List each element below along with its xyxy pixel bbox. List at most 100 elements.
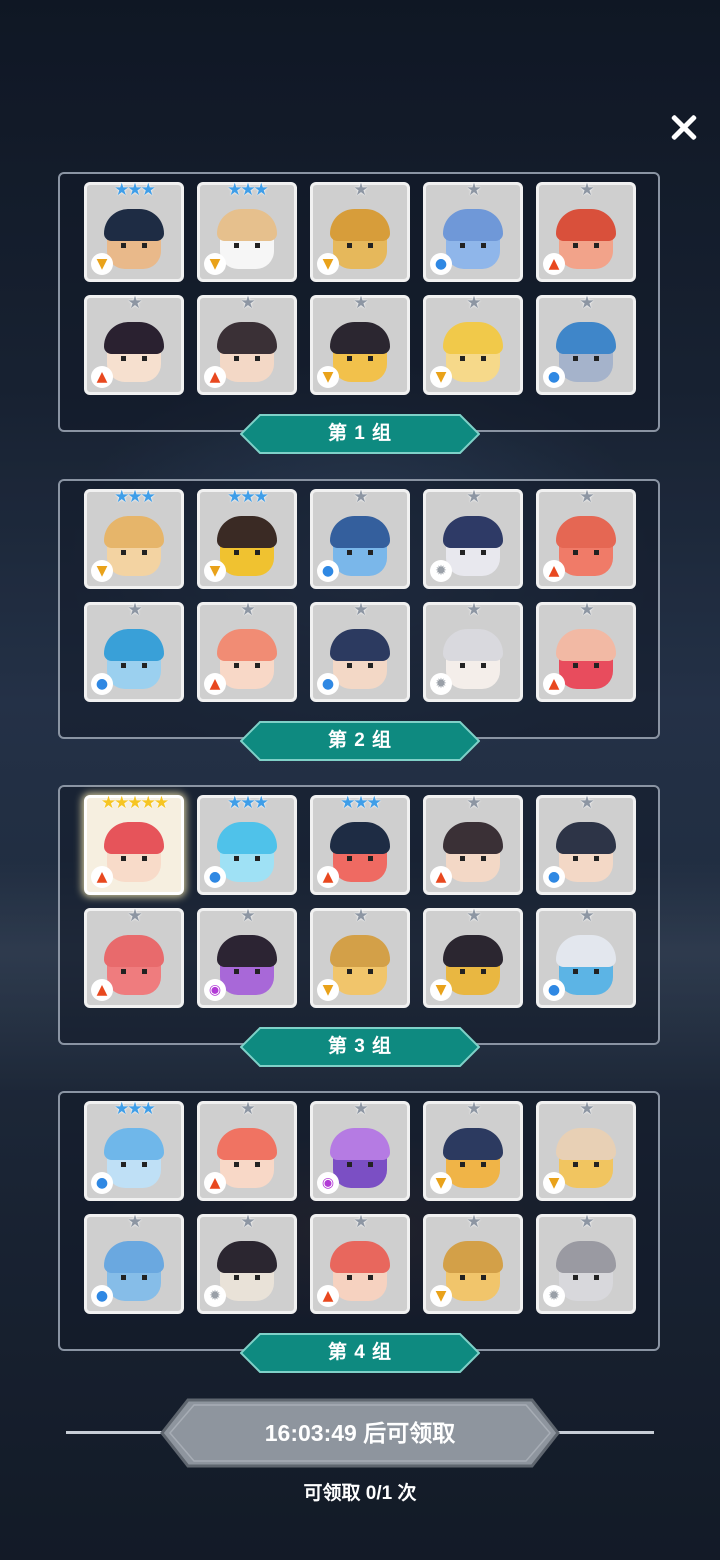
hero-card[interactable]: ★★★ ▼: [84, 182, 184, 282]
hero-hair: [556, 935, 616, 967]
star-rating: ★: [579, 180, 594, 200]
hero-card[interactable]: ★ ▲: [310, 1214, 410, 1314]
hero-card[interactable]: ★ ●: [536, 908, 636, 1008]
hero-card[interactable]: ★ ▲: [536, 182, 636, 282]
hero-hair: [556, 822, 616, 854]
star-rating: ★: [466, 1099, 481, 1119]
hero-card[interactable]: ★ ▼: [310, 908, 410, 1008]
hero-card[interactable]: ★ ▲: [536, 602, 636, 702]
hero-card[interactable]: ★ ▼: [310, 182, 410, 282]
star-rating: ★: [579, 600, 594, 620]
hero-eyes: [573, 243, 599, 248]
hero-eyes: [347, 969, 373, 974]
hero-card[interactable]: ★ ●: [536, 295, 636, 395]
hero-card[interactable]: ★★★ ●: [84, 1101, 184, 1201]
hero-hair: [330, 1128, 390, 1160]
star-rating: ★: [127, 600, 142, 620]
hero-hair: [443, 1128, 503, 1160]
light-icon: ✹: [204, 1285, 226, 1307]
hero-card[interactable]: ★ ▼: [423, 1214, 523, 1314]
star-rating: ★★★: [227, 487, 269, 507]
hero-row: ★★★ ▼ ★★★ ▼ ★ ● ★ ✹ ★ ▲: [84, 489, 644, 589]
star-rating: ★: [579, 487, 594, 507]
hero-card[interactable]: ★ ▼: [423, 1101, 523, 1201]
hero-card[interactable]: ★ ▲: [197, 602, 297, 702]
star-rating: ★★★: [340, 793, 382, 813]
group-label: 第 3 组: [327, 1036, 393, 1057]
hero-eyes: [121, 969, 147, 974]
water-icon: ●: [430, 253, 452, 275]
hero-card[interactable]: ★ ◉: [310, 1101, 410, 1201]
hero-card[interactable]: ★ ▼: [536, 1101, 636, 1201]
star-rating: ★: [466, 487, 481, 507]
hero-grid: ★★★ ▼ ★★★ ▼ ★ ▼ ★ ● ★ ▲ ★ ▲ ★ ▲ ★ ▼ ★ ▼ ★ ●: [84, 182, 644, 408]
dark-icon: ◉: [317, 1172, 339, 1194]
hero-card[interactable]: ★ ▲: [423, 795, 523, 895]
hero-eyes: [573, 356, 599, 361]
hero-card[interactable]: ★ ●: [423, 182, 523, 282]
water-icon: ●: [91, 1285, 113, 1307]
hero-card[interactable]: ★ ●: [310, 489, 410, 589]
hero-card[interactable]: ★ ✹: [536, 1214, 636, 1314]
hero-card[interactable]: ★★★ ▼: [197, 182, 297, 282]
close-icon[interactable]: [664, 108, 704, 148]
star-rating: ★: [240, 906, 255, 926]
group-panel-2: ★★★ ▼ ★★★ ▼ ★ ● ★ ✹ ★ ▲ ★ ● ★ ▲ ★ ● ★ ✹ ★ ▲: [58, 479, 660, 739]
star-rating: ★: [579, 793, 594, 813]
hero-card[interactable]: ★ ●: [536, 795, 636, 895]
hero-hair: [104, 1241, 164, 1273]
star-rating: ★: [353, 293, 368, 313]
hero-card[interactable]: ★ ▲: [536, 489, 636, 589]
hero-card[interactable]: ★★★ ▼: [197, 489, 297, 589]
star-rating: ★: [353, 600, 368, 620]
hero-card[interactable]: ★ ▲: [197, 1101, 297, 1201]
wind-icon: ▼: [317, 253, 339, 275]
hero-grid: ★★★★★ ▲ ★★★ ● ★★★ ▲ ★ ▲ ★ ● ★ ▲ ★ ◉ ★ ▼ ★ ▼ ★ ●: [84, 795, 644, 1021]
claim-count: 可领取 0/1 次: [303, 1483, 417, 1504]
hero-card[interactable]: ★ ◉: [197, 908, 297, 1008]
hero-card[interactable]: ★ ●: [84, 1214, 184, 1314]
hero-hair: [443, 1241, 503, 1273]
star-rating: ★: [466, 180, 481, 200]
hero-eyes: [573, 1275, 599, 1280]
hero-eyes: [460, 243, 486, 248]
claim-timer-button[interactable]: 16:03:49 后可领取: [160, 1398, 560, 1468]
hero-card[interactable]: ★★★ ●: [197, 795, 297, 895]
star-rating: ★: [466, 1212, 481, 1232]
hero-card[interactable]: ★★★★★ ▲: [84, 795, 184, 895]
hero-hair: [104, 209, 164, 241]
star-rating: ★: [466, 906, 481, 926]
hero-card[interactable]: ★ ▲: [84, 295, 184, 395]
light-icon: ✹: [543, 1285, 565, 1307]
hero-card[interactable]: ★ ▼: [423, 295, 523, 395]
hero-hair: [556, 516, 616, 548]
wind-icon: ▼: [430, 366, 452, 388]
star-rating: ★: [353, 180, 368, 200]
hero-card[interactable]: ★ ✹: [423, 489, 523, 589]
hero-card[interactable]: ★ ▲: [84, 908, 184, 1008]
hero-card[interactable]: ★★★ ▼: [84, 489, 184, 589]
hero-eyes: [234, 856, 260, 861]
hero-card[interactable]: ★ ●: [84, 602, 184, 702]
hero-card[interactable]: ★ ▲: [197, 295, 297, 395]
wind-icon: ▼: [91, 560, 113, 582]
star-rating: ★: [353, 1099, 368, 1119]
hero-eyes: [234, 1275, 260, 1280]
hero-hair: [443, 322, 503, 354]
hero-card[interactable]: ★ ▼: [310, 295, 410, 395]
hero-card[interactable]: ★ ✹: [423, 602, 523, 702]
hero-card[interactable]: ★ ▼: [423, 908, 523, 1008]
hero-eyes: [460, 1162, 486, 1167]
light-icon: ✹: [430, 673, 452, 695]
hero-card[interactable]: ★★★ ▲: [310, 795, 410, 895]
wind-icon: ▼: [317, 366, 339, 388]
fire-icon: ▲: [204, 673, 226, 695]
timer-text: 16:03:49 后可领取: [264, 1420, 456, 1446]
hero-card[interactable]: ★ ●: [310, 602, 410, 702]
hero-hair: [217, 1241, 277, 1273]
fire-icon: ▲: [204, 366, 226, 388]
hero-card[interactable]: ★ ✹: [197, 1214, 297, 1314]
water-icon: ●: [543, 366, 565, 388]
hero-eyes: [347, 356, 373, 361]
star-rating: ★: [466, 600, 481, 620]
